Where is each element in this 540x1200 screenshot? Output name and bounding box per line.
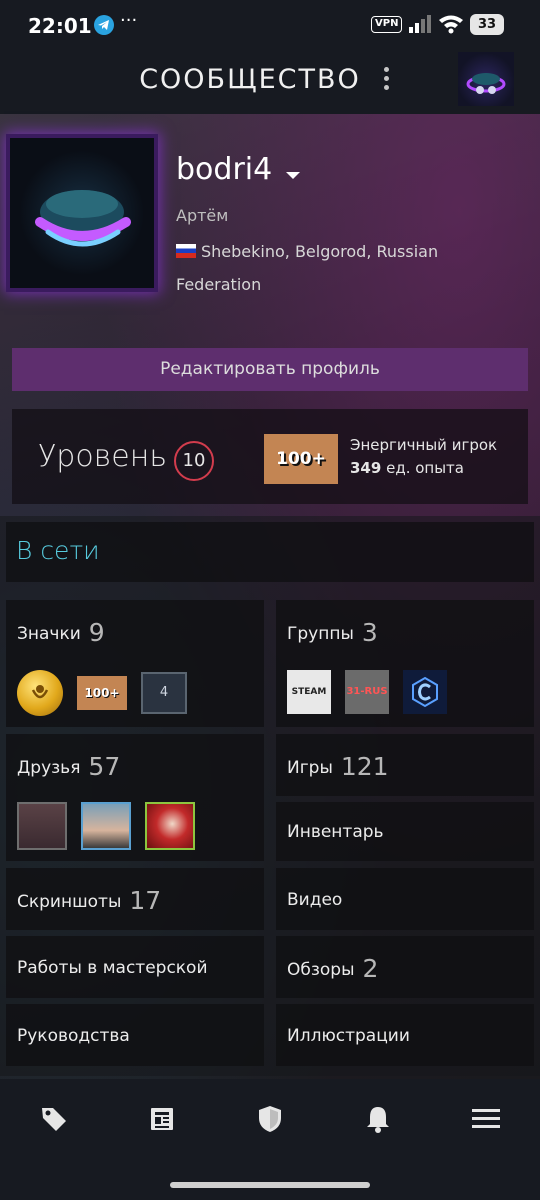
groups-count: 3 bbox=[361, 618, 378, 647]
level-value[interactable]: 10 bbox=[174, 441, 214, 481]
xp-value: 349 bbox=[350, 459, 382, 477]
group-31rus-icon[interactable]: 31-RUS bbox=[345, 670, 389, 714]
artwork-label: Иллюстрации bbox=[287, 1026, 410, 1046]
years-badge-icon[interactable]: 4 bbox=[141, 672, 187, 714]
bell-icon[interactable] bbox=[358, 1099, 398, 1139]
group-steam-icon[interactable]: STEAM bbox=[287, 670, 331, 714]
featured-badge[interactable]: 100+ bbox=[264, 434, 338, 484]
online-status: В сети bbox=[6, 522, 534, 582]
real-name: Артём bbox=[176, 206, 229, 225]
wifi-icon bbox=[438, 14, 464, 38]
inventory-label: Инвентарь bbox=[287, 822, 384, 842]
reviews-tile[interactable]: Обзоры 2 bbox=[276, 936, 534, 998]
status-time: 22:01 bbox=[28, 14, 92, 38]
home-indicator[interactable] bbox=[170, 1182, 370, 1188]
screenshots-label-text: Скриншоты bbox=[17, 892, 122, 912]
news-icon[interactable] bbox=[142, 1099, 182, 1139]
friend-avatar[interactable] bbox=[17, 802, 67, 850]
russia-flag-icon bbox=[176, 244, 196, 258]
tag-icon[interactable] bbox=[34, 1099, 74, 1139]
shield-icon[interactable] bbox=[250, 1099, 290, 1139]
games-tile[interactable]: Игры 121 bbox=[276, 734, 534, 796]
level-100-badge-icon[interactable]: 100+ bbox=[77, 676, 127, 710]
page-title: СООБЩЕСТВО bbox=[139, 64, 361, 95]
videos-tile[interactable]: Видео bbox=[276, 868, 534, 930]
friends-count: 57 bbox=[88, 752, 121, 781]
featured-badge-xp: 349 ед. опыта bbox=[350, 459, 464, 477]
groups-tile[interactable]: Группы 3 STEAM 31-RUS bbox=[276, 600, 534, 727]
group-cs-icon[interactable] bbox=[403, 670, 447, 714]
chevron-down-icon[interactable] bbox=[286, 172, 300, 179]
avatar[interactable] bbox=[458, 52, 514, 106]
artwork-tile[interactable]: Иллюстрации bbox=[276, 1004, 534, 1066]
level-panel: Уровень 10 100+ Энергичный игрок 349 ед.… bbox=[12, 409, 528, 504]
level-label: Уровень bbox=[38, 439, 168, 474]
groups-label: Группы 3 bbox=[287, 618, 378, 647]
reviews-label-text: Обзоры bbox=[287, 960, 355, 980]
friends-row bbox=[17, 802, 195, 850]
workshop-tile[interactable]: Работы в мастерской bbox=[6, 936, 264, 998]
groups-row: STEAM 31-RUS bbox=[287, 670, 447, 714]
badges-tile[interactable]: Значки 9 100+ 4 bbox=[6, 600, 264, 727]
badges-count: 9 bbox=[88, 618, 105, 647]
groups-label-text: Группы bbox=[287, 624, 354, 644]
edit-profile-button[interactable]: Редактировать профиль bbox=[12, 348, 528, 391]
menu-icon[interactable] bbox=[466, 1099, 506, 1139]
username[interactable]: bodri4 bbox=[176, 152, 272, 187]
screenshots-tile[interactable]: Скриншоты 17 bbox=[6, 868, 264, 930]
friend-avatar[interactable] bbox=[145, 802, 195, 850]
inventory-tile[interactable]: Инвентарь bbox=[276, 802, 534, 861]
badges-row: 100+ 4 bbox=[17, 670, 187, 716]
workshop-label: Работы в мастерской bbox=[17, 958, 208, 978]
friends-tile[interactable]: Друзья 57 bbox=[6, 734, 264, 861]
friend-avatar[interactable] bbox=[81, 802, 131, 850]
top-nav: СООБЩЕСТВО bbox=[0, 52, 540, 114]
friends-label: Друзья 57 bbox=[17, 752, 120, 781]
friends-label-text: Друзья bbox=[17, 758, 81, 778]
games-label-text: Игры bbox=[287, 758, 333, 778]
screenshots-count: 17 bbox=[129, 886, 162, 915]
xp-unit: ед. опыта bbox=[386, 459, 464, 477]
reviews-count: 2 bbox=[362, 954, 379, 983]
games-count: 121 bbox=[340, 752, 389, 781]
status-bar: 22:01 ··· VPN 33 bbox=[0, 0, 540, 52]
videos-label: Видео bbox=[287, 890, 343, 910]
vpn-icon: VPN bbox=[371, 16, 403, 33]
gold-badge-icon[interactable] bbox=[17, 670, 63, 716]
profile-avatar[interactable] bbox=[10, 138, 154, 288]
badges-label: Значки 9 bbox=[17, 618, 105, 647]
location: Shebekino, Belgorod, Russian Federation bbox=[176, 235, 476, 301]
more-vert-icon[interactable] bbox=[378, 64, 394, 98]
reviews-label: Обзоры 2 bbox=[287, 954, 378, 983]
badges-label-text: Значки bbox=[17, 624, 81, 644]
games-label: Игры 121 bbox=[287, 752, 389, 781]
location-text: Shebekino, Belgorod, Russian Federation bbox=[176, 242, 439, 294]
more-notifications-icon: ··· bbox=[120, 10, 138, 31]
battery-icon: 33 bbox=[470, 14, 504, 35]
telegram-icon bbox=[94, 15, 114, 35]
signal-icon bbox=[408, 14, 432, 38]
screenshots-label: Скриншоты 17 bbox=[17, 886, 161, 915]
featured-badge-name: Энергичный игрок bbox=[350, 436, 498, 454]
online-status-label: В сети bbox=[16, 536, 100, 565]
guides-label: Руководства bbox=[17, 1026, 130, 1046]
guides-tile[interactable]: Руководства bbox=[6, 1004, 264, 1066]
